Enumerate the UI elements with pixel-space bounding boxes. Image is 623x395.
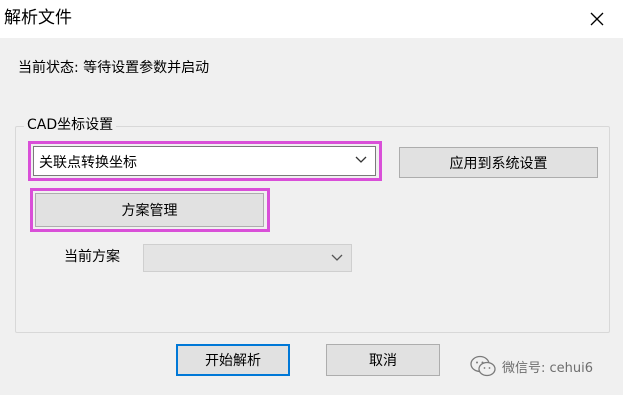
cancel-button[interactable]: 取消 xyxy=(326,344,440,376)
scheme-manage-button[interactable]: 方案管理 xyxy=(35,193,264,227)
cad-settings-legend: CAD坐标设置 xyxy=(24,115,117,135)
chevron-down-icon xyxy=(331,254,343,261)
watermark-text: 微信号: cehui6 xyxy=(502,360,594,376)
current-scheme-select[interactable] xyxy=(143,244,352,272)
status-text: 当前状态: 等待设置参数并启动 xyxy=(18,60,210,76)
title-bar: 解析文件 xyxy=(0,0,623,38)
close-icon xyxy=(590,12,604,26)
window-title: 解析文件 xyxy=(4,8,72,28)
close-button[interactable] xyxy=(581,4,613,34)
start-parse-button[interactable]: 开始解析 xyxy=(176,344,290,376)
wechat-icon xyxy=(470,355,496,377)
watermark: 微信号: cehui6 xyxy=(470,355,593,377)
apply-to-system-button[interactable]: 应用到系统设置 xyxy=(399,147,598,178)
chevron-down-icon xyxy=(355,156,367,163)
current-scheme-label: 当前方案 xyxy=(64,249,120,265)
dialog-body: 当前状态: 等待设置参数并启动 CAD坐标设置 关联点转换坐标 应用到系统设置 … xyxy=(0,38,623,395)
coordinate-mode-select[interactable]: 关联点转换坐标 xyxy=(33,146,376,176)
coordinate-mode-value: 关联点转换坐标 xyxy=(39,155,137,171)
